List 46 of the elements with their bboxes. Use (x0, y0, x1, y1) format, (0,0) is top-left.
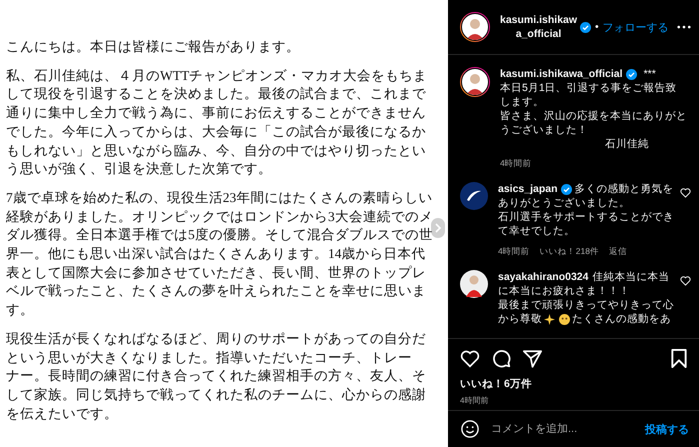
letter-paragraph: 私、石川佳純は、４月のWTTチャンピオンズ・マカオ大会をもちま して現役を引退することを決めました。最後の試合まで、これまで 通りに集中し全力で戦う為に、事前にお伝えすることができません でした。今年に入ってからは、大会毎に「この試合が最後になるか もしれない」と思いながら臨み、今、自分の中ではやり切ったとい う思いが強く、引退を決意した次第です。 (6, 66, 428, 178)
like-count[interactable]: いいね！218件 (540, 246, 599, 258)
avatar[interactable] (460, 67, 490, 97)
bookmark-icon[interactable] (671, 349, 687, 368)
heart-icon[interactable] (460, 350, 480, 368)
username[interactable]: kasumi.ishikaw (500, 13, 578, 27)
comment-text: から尊敬 (498, 312, 542, 326)
username[interactable]: asics_japan (498, 182, 558, 196)
comment-text: たくさんの感動をあ (572, 312, 671, 326)
caption-text: 本日5月1日、引退する事をご報告致 します。 皆さま、沢山の応援を本当にありがと うございました！ (500, 81, 687, 137)
avatar[interactable] (460, 12, 490, 42)
letter-paragraph: 7歳で卓球を始めた私の、現役生活23年間にはたくさんの素晴らしい 経験がありました。オリンピックではロンドンから3大会連続でのメ ダル獲得。全日本選手権では5度の優勝。そして混合ダブルスでの世 界一。他にも思い出深い試合はたくさんあります。14歳から日本代 表として国際大会に参加させていただき、長い間、世界のトップレ ベルで戦ったこと、たくさんの夢を叶えられたことを幸せに思いま す。 (6, 188, 433, 320)
timestamp: 4時間前 (460, 395, 490, 406)
face-emoji-icon (559, 314, 570, 324)
comment-input[interactable]: コメントを追加... (489, 422, 635, 436)
username[interactable]: a_official (516, 27, 562, 41)
like-count[interactable]: いいね！6万件 (460, 377, 687, 391)
post-button[interactable]: 投稿する (645, 422, 689, 436)
avatar[interactable] (460, 270, 488, 298)
letter-paragraph: 現役生活が長くなればなるほど、周りのサポートがあっての自分だ という思いが大きくなりました。指導いただいたコーチ、トレー ナー。長時間の練習に付き合ってくれた練習相手の方々、友人、そ して家族。同じ気持ちで戦ってくれた私のチームに、心からの感謝 を伝えたいです。 (6, 330, 426, 423)
send-icon[interactable] (523, 350, 542, 368)
comment-icon[interactable] (492, 349, 511, 368)
comment-text: て幸せでした。 (498, 224, 575, 238)
caption-suffix: *** (644, 67, 656, 81)
more-icon[interactable] (677, 25, 691, 29)
heart-icon[interactable] (680, 188, 691, 198)
sparkle-icon (544, 314, 555, 324)
avatar[interactable] (460, 182, 488, 210)
heart-icon[interactable] (680, 276, 691, 286)
comment-text: に本当にお疲れさま！！！ (498, 284, 630, 298)
follow-link[interactable]: フォローする (602, 20, 669, 34)
comment-text: 佳純本当に本当 (592, 270, 670, 284)
comment-text: 多くの感動と勇気を (574, 182, 674, 196)
letter-paragraph: こんにちは。本日は皆様にご報告があります。 (6, 38, 300, 56)
signature: 石川佳純 (605, 137, 650, 151)
reply-link[interactable]: 返信 (608, 246, 627, 258)
comment-text: ありがとうございました。 (498, 196, 630, 210)
comment-text: 石川選手をサポートすることができ (498, 210, 674, 224)
username[interactable]: kasumi.ishikawa_official (500, 67, 623, 81)
emoji-icon[interactable] (461, 420, 479, 438)
timestamp: 4時間前 (498, 246, 530, 258)
chevron-right-icon (434, 223, 442, 233)
username[interactable]: sayakahirano0324 (498, 270, 588, 284)
timestamp: 4時間前 (500, 158, 533, 170)
comment-text: 最後まで頑張りきってやりきって心 (498, 298, 674, 312)
separator: • (595, 21, 599, 33)
